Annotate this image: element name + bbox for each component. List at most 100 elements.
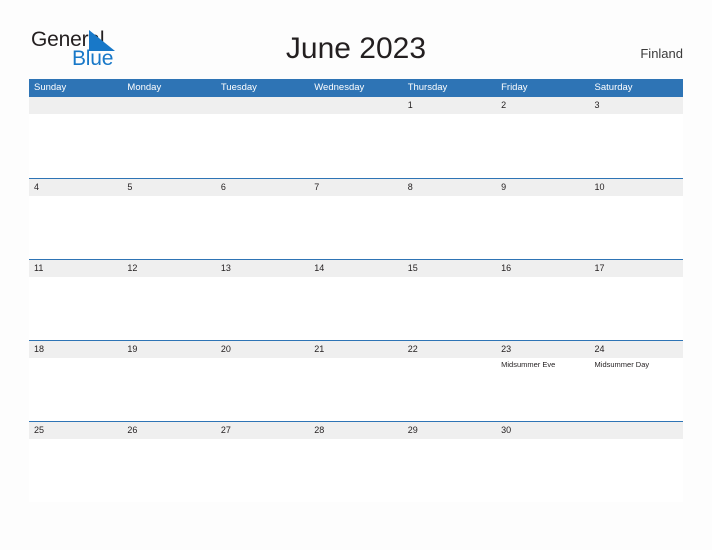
calendar-day-cell[interactable]: 12	[122, 260, 216, 340]
calendar-day-cell[interactable]: 30	[496, 422, 590, 502]
day-number-band: 22	[402, 341, 497, 358]
weekday-header-thursday: Thursday	[407, 82, 448, 93]
day-number-band: 4	[29, 179, 123, 196]
calendar-week-row: 11 12 13 14 15 16 17	[29, 259, 683, 340]
day-number-band	[122, 97, 216, 114]
day-number-band: 29	[402, 422, 497, 439]
day-number-band	[215, 97, 310, 114]
calendar-day-cell[interactable]: 2	[496, 97, 590, 178]
day-number-band: 11	[29, 260, 123, 277]
day-number: 14	[314, 263, 325, 273]
day-events: Midsummer Eve	[496, 358, 589, 370]
day-number: 4	[34, 182, 40, 192]
calendar-day-cell[interactable]: 15	[402, 260, 497, 340]
calendar-day-cell[interactable]: 23 Midsummer Eve	[496, 341, 590, 421]
day-number-band: 2	[496, 97, 590, 114]
day-number-band: 21	[309, 341, 403, 358]
day-number: 16	[501, 263, 512, 273]
day-number: 10	[594, 182, 605, 192]
day-number: 21	[314, 344, 325, 354]
calendar-day-cell[interactable]: 7	[309, 179, 403, 259]
day-number-band: 3	[589, 97, 683, 114]
calendar-week-row: 1 2 3	[29, 97, 683, 178]
calendar-day-cell[interactable]: 20	[215, 341, 310, 421]
calendar-week-row: 25 26 27 28 29 30	[29, 421, 683, 502]
weekday-header-friday: Friday	[501, 82, 528, 93]
calendar-day-cell[interactable]: 21	[309, 341, 403, 421]
calendar-day-cell[interactable]: 5	[122, 179, 216, 259]
day-number-band: 27	[215, 422, 310, 439]
day-number: 9	[501, 182, 507, 192]
day-number: 28	[314, 425, 325, 435]
day-number-band: 10	[589, 179, 683, 196]
day-number: 29	[407, 425, 418, 435]
weekday-header-sunday: Sunday	[34, 82, 67, 93]
day-number: 2	[501, 100, 507, 110]
calendar-day-cell[interactable]: 9	[496, 179, 590, 259]
day-number-band: 28	[309, 422, 403, 439]
day-number: 20	[220, 344, 231, 354]
day-number-band: 20	[215, 341, 310, 358]
calendar-day-cell-empty	[589, 422, 683, 502]
day-number: 5	[127, 182, 133, 192]
day-events: Midsummer Day	[590, 358, 683, 370]
calendar-day-cell[interactable]: 17	[589, 260, 683, 340]
day-number: 18	[34, 344, 45, 354]
day-number: 19	[127, 344, 138, 354]
calendar-day-cell[interactable]: 14	[309, 260, 403, 340]
calendar-day-cell[interactable]: 24 Midsummer Day	[589, 341, 683, 421]
calendar-day-cell[interactable]: 11	[29, 260, 123, 340]
holiday-label: Midsummer Day	[594, 360, 650, 369]
day-number: 27	[220, 425, 231, 435]
calendar-day-cell[interactable]: 10	[589, 179, 683, 259]
day-number-band: 7	[309, 179, 403, 196]
day-number: 24	[594, 344, 605, 354]
calendar-day-cell[interactable]: 3	[589, 97, 683, 178]
day-number-band: 6	[215, 179, 310, 196]
day-number: 25	[34, 425, 45, 435]
day-number: 22	[407, 344, 418, 354]
day-number: 3	[594, 100, 600, 110]
calendar-weekday-header: Sunday Monday Tuesday Wednesday Thursday Frid…	[29, 79, 683, 97]
calendar-week-row: 18 19 20 21 22 23 Midsummer Eve 24 Midsummer Day	[29, 340, 683, 421]
day-number: 13	[220, 263, 231, 273]
holiday-label: Midsummer Eve	[501, 360, 556, 369]
day-number-band: 24	[589, 341, 683, 358]
day-number-band: 12	[122, 260, 216, 277]
calendar-day-cell[interactable]: 1	[402, 97, 497, 178]
calendar-day-cell[interactable]: 27	[215, 422, 310, 502]
weekday-header-tuesday: Tuesday	[220, 82, 257, 93]
day-number: 30	[501, 425, 512, 435]
calendar-day-cell[interactable]: 13	[215, 260, 310, 340]
day-number-band: 23	[496, 341, 590, 358]
calendar-day-cell[interactable]: 19	[122, 341, 216, 421]
calendar-day-cell[interactable]: 18	[29, 341, 123, 421]
day-number: 12	[127, 263, 138, 273]
day-number: 6	[220, 182, 226, 192]
calendar-day-cell[interactable]: 6	[215, 179, 310, 259]
weekday-header-saturday: Saturday	[594, 82, 633, 93]
page-header: General Blue June 2023 Finland	[0, 0, 712, 78]
calendar-day-cell[interactable]: 25	[29, 422, 123, 502]
day-number-band: 18	[29, 341, 123, 358]
day-number-band	[29, 97, 123, 114]
day-number-band: 17	[589, 260, 683, 277]
page-title: June 2023	[285, 32, 427, 65]
day-number-band: 19	[122, 341, 216, 358]
calendar-day-cell[interactable]: 22	[402, 341, 497, 421]
calendar-weeks: 1 2 3 4 5 6 7 8 9 10 11 12 13 14 15 16 17 18 19 20 21 22 23 Mid…	[29, 97, 683, 502]
calendar-week-row: 4 5 6 7 8 9 10	[29, 178, 683, 259]
day-number-band: 13	[215, 260, 310, 277]
calendar-day-cell[interactable]: 26	[122, 422, 216, 502]
day-number-band: 15	[402, 260, 497, 277]
calendar-day-cell[interactable]: 29	[402, 422, 497, 502]
calendar-day-cell[interactable]: 8	[402, 179, 497, 259]
calendar-day-cell[interactable]: 28	[309, 422, 403, 502]
calendar-day-cell[interactable]: 16	[496, 260, 590, 340]
day-number: 7	[314, 182, 320, 192]
day-number-band	[589, 422, 683, 439]
weekday-header-wednesday: Wednesday	[314, 82, 365, 93]
day-number: 1	[407, 100, 413, 110]
calendar-day-cell[interactable]: 4	[29, 179, 123, 259]
day-number-band: 14	[309, 260, 403, 277]
